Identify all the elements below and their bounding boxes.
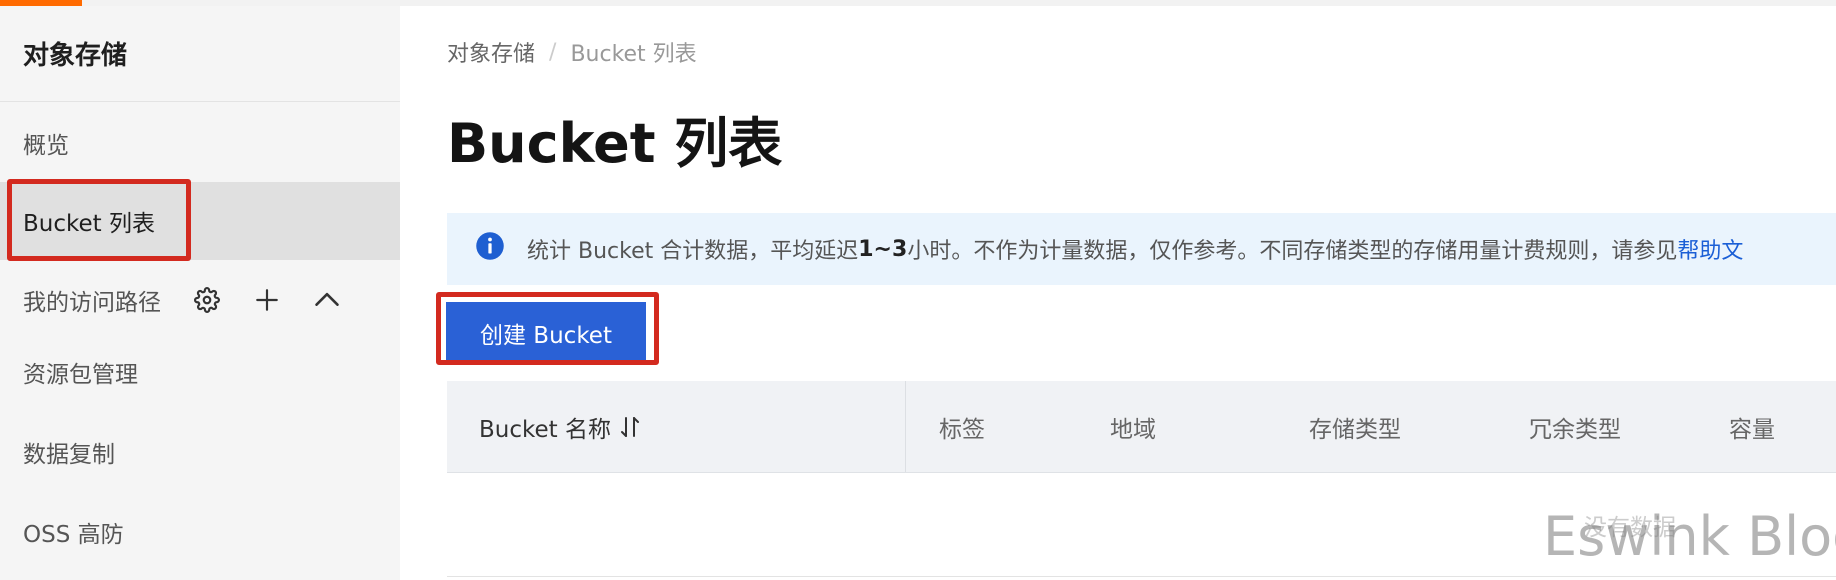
info-notice: 统计 Bucket 合计数据，平均延迟 1~3 小时。不作为计量数据，仅作参考。… bbox=[447, 213, 1836, 285]
plus-icon[interactable] bbox=[247, 280, 287, 320]
notice-text-2: 小时。不作为计量数据，仅作参考。不同存储类型的存储用量计费规则，请参见 bbox=[907, 239, 1678, 264]
sidebar: 对象存储 概览 Bucket 列表 我的访问路径 资源包管理 数据复制 OSS … bbox=[0, 6, 400, 580]
info-icon bbox=[475, 231, 505, 267]
sidebar-item-label: 资源包管理 bbox=[23, 362, 138, 388]
sort-icon[interactable] bbox=[619, 415, 641, 439]
page-title: Bucket 列表 bbox=[447, 112, 783, 175]
table-header: Bucket 名称 标签 地域 存储类型 冗余类型 容量 bbox=[447, 381, 1836, 473]
sidebar-item-data-replication[interactable]: 数据复制 bbox=[0, 413, 400, 491]
column-region: 地域 bbox=[1110, 416, 1156, 443]
sidebar-item-resource-packages[interactable]: 资源包管理 bbox=[0, 333, 400, 411]
sidebar-item-label: 数据复制 bbox=[23, 442, 115, 468]
table-bottom-border bbox=[447, 576, 1836, 577]
sidebar-item-bucket-list[interactable]: Bucket 列表 bbox=[0, 182, 400, 260]
sidebar-access-path: 我的访问路径 bbox=[0, 261, 400, 339]
breadcrumb: 对象存储 / Bucket 列表 bbox=[447, 34, 697, 70]
column-label: Bucket 名称 bbox=[479, 416, 611, 443]
sidebar-item-label: Bucket 列表 bbox=[23, 211, 155, 237]
sidebar-item-overview[interactable]: 概览 bbox=[0, 104, 400, 182]
column-tags: 标签 bbox=[939, 416, 985, 443]
sidebar-access-path-label: 我的访问路径 bbox=[23, 290, 161, 316]
gear-icon[interactable] bbox=[187, 280, 227, 320]
breadcrumb-root[interactable]: 对象存储 bbox=[447, 36, 535, 68]
column-capacity: 容量 bbox=[1729, 416, 1775, 443]
notice-help-link[interactable]: 帮助文 bbox=[1677, 233, 1743, 265]
create-bucket-button[interactable]: 创建 Bucket bbox=[446, 302, 646, 364]
sidebar-title: 对象存储 bbox=[0, 6, 400, 102]
chevron-up-icon[interactable] bbox=[307, 280, 347, 320]
watermark: Eswink Blog bbox=[1543, 505, 1836, 568]
column-storage-class: 存储类型 bbox=[1309, 416, 1401, 443]
breadcrumb-separator: / bbox=[549, 39, 557, 65]
sidebar-item-oss-ddos[interactable]: OSS 高防 bbox=[0, 493, 400, 571]
notice-text-bold: 1~3 bbox=[858, 236, 908, 262]
breadcrumb-current: Bucket 列表 bbox=[570, 42, 697, 67]
sidebar-item-label: 概览 bbox=[23, 133, 69, 159]
column-redundancy-type: 冗余类型 bbox=[1529, 416, 1621, 443]
notice-text-1: 统计 Bucket 合计数据，平均延迟 bbox=[527, 239, 859, 264]
column-bucket-name[interactable]: Bucket 名称 bbox=[447, 381, 906, 472]
sidebar-item-label: OSS 高防 bbox=[23, 522, 124, 548]
